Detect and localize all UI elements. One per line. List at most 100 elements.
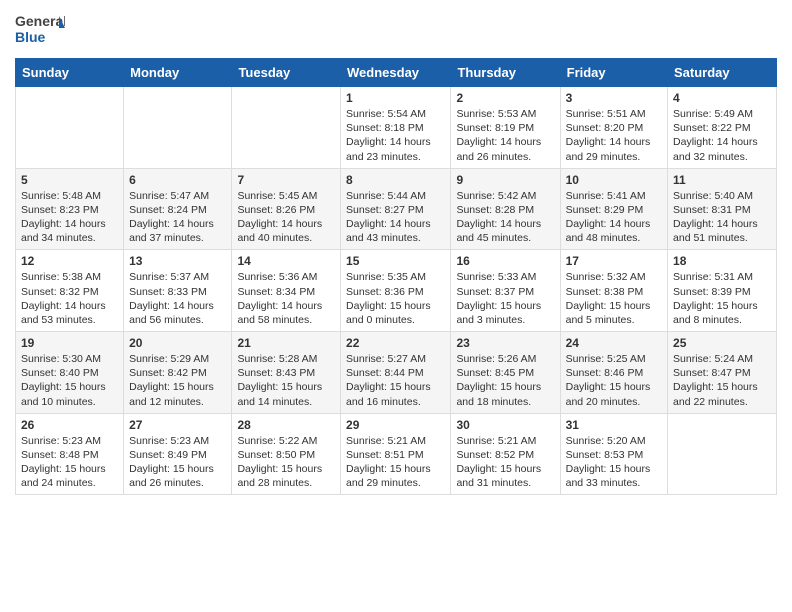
day-info: Sunrise: 5:48 AMSunset: 8:23 PMDaylight:… — [21, 190, 106, 245]
weekday-header-monday: Monday — [124, 59, 232, 87]
calendar-week-row: 5 Sunrise: 5:48 AMSunset: 8:23 PMDayligh… — [16, 168, 777, 250]
calendar-cell: 21 Sunrise: 5:28 AMSunset: 8:43 PMDaylig… — [232, 332, 341, 414]
calendar-cell: 30 Sunrise: 5:21 AMSunset: 8:52 PMDaylig… — [451, 413, 560, 495]
day-number: 14 — [237, 254, 335, 268]
day-info: Sunrise: 5:36 AMSunset: 8:34 PMDaylight:… — [237, 271, 322, 326]
day-number: 9 — [456, 173, 554, 187]
day-number: 5 — [21, 173, 118, 187]
day-number: 19 — [21, 336, 118, 350]
day-number: 6 — [129, 173, 226, 187]
day-info: Sunrise: 5:35 AMSunset: 8:36 PMDaylight:… — [346, 271, 431, 326]
calendar-cell: 20 Sunrise: 5:29 AMSunset: 8:42 PMDaylig… — [124, 332, 232, 414]
day-number: 28 — [237, 418, 335, 432]
day-info: Sunrise: 5:37 AMSunset: 8:33 PMDaylight:… — [129, 271, 214, 326]
day-info: Sunrise: 5:42 AMSunset: 8:28 PMDaylight:… — [456, 190, 541, 245]
day-info: Sunrise: 5:27 AMSunset: 8:44 PMDaylight:… — [346, 353, 431, 408]
day-info: Sunrise: 5:29 AMSunset: 8:42 PMDaylight:… — [129, 353, 214, 408]
day-info: Sunrise: 5:31 AMSunset: 8:39 PMDaylight:… — [673, 271, 758, 326]
day-info: Sunrise: 5:53 AMSunset: 8:19 PMDaylight:… — [456, 108, 541, 163]
day-info: Sunrise: 5:45 AMSunset: 8:26 PMDaylight:… — [237, 190, 322, 245]
day-info: Sunrise: 5:38 AMSunset: 8:32 PMDaylight:… — [21, 271, 106, 326]
calendar-body: 1 Sunrise: 5:54 AMSunset: 8:18 PMDayligh… — [16, 87, 777, 495]
page-header: General Blue — [15, 10, 777, 52]
calendar-cell — [16, 87, 124, 169]
weekday-header-tuesday: Tuesday — [232, 59, 341, 87]
calendar-cell: 3 Sunrise: 5:51 AMSunset: 8:20 PMDayligh… — [560, 87, 667, 169]
calendar-cell: 17 Sunrise: 5:32 AMSunset: 8:38 PMDaylig… — [560, 250, 667, 332]
calendar-cell: 15 Sunrise: 5:35 AMSunset: 8:36 PMDaylig… — [341, 250, 451, 332]
day-number: 23 — [456, 336, 554, 350]
day-info: Sunrise: 5:44 AMSunset: 8:27 PMDaylight:… — [346, 190, 431, 245]
day-number: 31 — [566, 418, 662, 432]
day-number: 18 — [673, 254, 771, 268]
day-info: Sunrise: 5:21 AMSunset: 8:51 PMDaylight:… — [346, 435, 431, 490]
day-number: 2 — [456, 91, 554, 105]
logo: General Blue — [15, 10, 65, 52]
day-info: Sunrise: 5:33 AMSunset: 8:37 PMDaylight:… — [456, 271, 541, 326]
day-number: 3 — [566, 91, 662, 105]
calendar-cell: 23 Sunrise: 5:26 AMSunset: 8:45 PMDaylig… — [451, 332, 560, 414]
day-info: Sunrise: 5:40 AMSunset: 8:31 PMDaylight:… — [673, 190, 758, 245]
day-info: Sunrise: 5:24 AMSunset: 8:47 PMDaylight:… — [673, 353, 758, 408]
day-number: 10 — [566, 173, 662, 187]
day-number: 20 — [129, 336, 226, 350]
calendar-cell: 22 Sunrise: 5:27 AMSunset: 8:44 PMDaylig… — [341, 332, 451, 414]
calendar-cell: 28 Sunrise: 5:22 AMSunset: 8:50 PMDaylig… — [232, 413, 341, 495]
calendar-cell: 14 Sunrise: 5:36 AMSunset: 8:34 PMDaylig… — [232, 250, 341, 332]
day-number: 1 — [346, 91, 445, 105]
calendar-cell: 26 Sunrise: 5:23 AMSunset: 8:48 PMDaylig… — [16, 413, 124, 495]
calendar-cell: 9 Sunrise: 5:42 AMSunset: 8:28 PMDayligh… — [451, 168, 560, 250]
day-info: Sunrise: 5:54 AMSunset: 8:18 PMDaylight:… — [346, 108, 431, 163]
day-info: Sunrise: 5:26 AMSunset: 8:45 PMDaylight:… — [456, 353, 541, 408]
day-number: 26 — [21, 418, 118, 432]
day-info: Sunrise: 5:20 AMSunset: 8:53 PMDaylight:… — [566, 435, 651, 490]
day-info: Sunrise: 5:25 AMSunset: 8:46 PMDaylight:… — [566, 353, 651, 408]
day-info: Sunrise: 5:49 AMSunset: 8:22 PMDaylight:… — [673, 108, 758, 163]
day-info: Sunrise: 5:41 AMSunset: 8:29 PMDaylight:… — [566, 190, 651, 245]
day-number: 11 — [673, 173, 771, 187]
logo-svg: General Blue — [15, 10, 65, 52]
day-number: 15 — [346, 254, 445, 268]
day-info: Sunrise: 5:47 AMSunset: 8:24 PMDaylight:… — [129, 190, 214, 245]
calendar-cell: 31 Sunrise: 5:20 AMSunset: 8:53 PMDaylig… — [560, 413, 667, 495]
weekday-header-row: SundayMondayTuesdayWednesdayThursdayFrid… — [16, 59, 777, 87]
calendar-week-row: 1 Sunrise: 5:54 AMSunset: 8:18 PMDayligh… — [16, 87, 777, 169]
day-number: 22 — [346, 336, 445, 350]
day-info: Sunrise: 5:22 AMSunset: 8:50 PMDaylight:… — [237, 435, 322, 490]
calendar-cell: 5 Sunrise: 5:48 AMSunset: 8:23 PMDayligh… — [16, 168, 124, 250]
weekday-header-friday: Friday — [560, 59, 667, 87]
day-number: 25 — [673, 336, 771, 350]
calendar-cell: 13 Sunrise: 5:37 AMSunset: 8:33 PMDaylig… — [124, 250, 232, 332]
day-number: 30 — [456, 418, 554, 432]
calendar-week-row: 12 Sunrise: 5:38 AMSunset: 8:32 PMDaylig… — [16, 250, 777, 332]
svg-text:General: General — [15, 13, 65, 29]
weekday-header-wednesday: Wednesday — [341, 59, 451, 87]
svg-text:Blue: Blue — [15, 29, 46, 45]
day-number: 17 — [566, 254, 662, 268]
calendar-cell: 12 Sunrise: 5:38 AMSunset: 8:32 PMDaylig… — [16, 250, 124, 332]
day-info: Sunrise: 5:51 AMSunset: 8:20 PMDaylight:… — [566, 108, 651, 163]
day-number: 16 — [456, 254, 554, 268]
calendar-cell: 24 Sunrise: 5:25 AMSunset: 8:46 PMDaylig… — [560, 332, 667, 414]
day-number: 7 — [237, 173, 335, 187]
calendar-cell: 25 Sunrise: 5:24 AMSunset: 8:47 PMDaylig… — [668, 332, 777, 414]
calendar-cell: 19 Sunrise: 5:30 AMSunset: 8:40 PMDaylig… — [16, 332, 124, 414]
calendar-cell: 7 Sunrise: 5:45 AMSunset: 8:26 PMDayligh… — [232, 168, 341, 250]
day-number: 12 — [21, 254, 118, 268]
calendar-cell: 6 Sunrise: 5:47 AMSunset: 8:24 PMDayligh… — [124, 168, 232, 250]
weekday-header-sunday: Sunday — [16, 59, 124, 87]
day-info: Sunrise: 5:28 AMSunset: 8:43 PMDaylight:… — [237, 353, 322, 408]
calendar-cell: 29 Sunrise: 5:21 AMSunset: 8:51 PMDaylig… — [341, 413, 451, 495]
calendar-cell — [668, 413, 777, 495]
day-info: Sunrise: 5:21 AMSunset: 8:52 PMDaylight:… — [456, 435, 541, 490]
day-info: Sunrise: 5:23 AMSunset: 8:48 PMDaylight:… — [21, 435, 106, 490]
calendar-cell: 16 Sunrise: 5:33 AMSunset: 8:37 PMDaylig… — [451, 250, 560, 332]
calendar-week-row: 26 Sunrise: 5:23 AMSunset: 8:48 PMDaylig… — [16, 413, 777, 495]
weekday-header-saturday: Saturday — [668, 59, 777, 87]
calendar-cell — [124, 87, 232, 169]
calendar-cell: 27 Sunrise: 5:23 AMSunset: 8:49 PMDaylig… — [124, 413, 232, 495]
day-info: Sunrise: 5:32 AMSunset: 8:38 PMDaylight:… — [566, 271, 651, 326]
day-number: 13 — [129, 254, 226, 268]
calendar-table: SundayMondayTuesdayWednesdayThursdayFrid… — [15, 58, 777, 495]
day-info: Sunrise: 5:23 AMSunset: 8:49 PMDaylight:… — [129, 435, 214, 490]
